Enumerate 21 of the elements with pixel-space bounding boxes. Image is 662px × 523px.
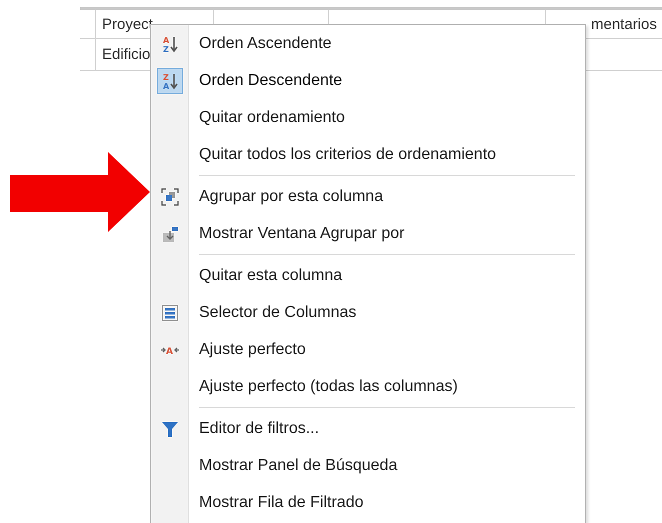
menu-item[interactable]: Agrupar por esta columna [151,178,585,215]
group-panel-icon [161,224,179,242]
menu-item[interactable]: A Z Orden Ascendente [151,25,585,62]
menu-item[interactable]: Ajuste perfecto (todas las columnas) [151,368,585,405]
table-cell: Edificio [102,46,150,63]
menu-item[interactable]: A Ajuste perfecto [151,331,585,368]
menu-item[interactable]: Mostrar Fila de Filtrado [151,484,585,521]
menu-item[interactable]: Z A Orden Descendente [151,62,585,99]
menu-item[interactable]: Quitar esta columna [151,257,585,294]
column-list-icon [161,304,179,322]
group-icon [161,188,179,206]
menu-item[interactable]: Mostrar Ventana Agrupar por [151,215,585,252]
menu-item[interactable]: Quitar ordenamiento [151,99,585,136]
filter-icon [161,420,179,438]
menu-item[interactable]: Quitar todos los criterios de ordenamiento [151,136,585,173]
menu-item[interactable]: Editor de filtros... [151,410,585,447]
menu-item[interactable]: Selector de Columnas [151,294,585,331]
column-header[interactable]: Proyect [102,16,153,32]
arrow-icon [10,152,150,232]
menu-item[interactable]: Mostrar Panel de Búsqueda [151,447,585,484]
column-header[interactable]: mentarios [591,16,657,32]
